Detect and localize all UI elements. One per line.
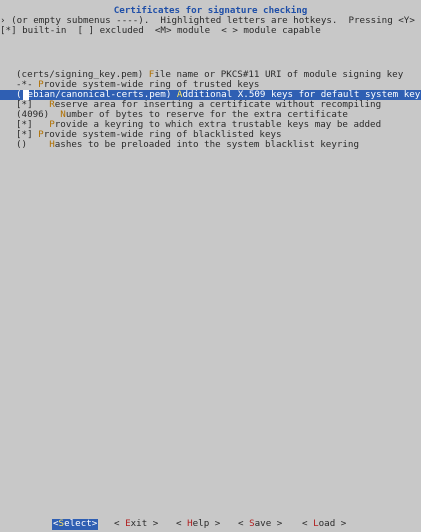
item-value: [*] — [16, 120, 50, 130]
item-label: rovide system-wide ring of blacklisted k… — [43, 130, 282, 140]
save-button-label: ave — [254, 518, 272, 529]
save-button-close: > — [271, 518, 283, 529]
item-label: rovide a keyring to which extra trustabl… — [54, 120, 382, 130]
menuconfig-screen: Certificates for signature checking › (o… — [0, 0, 421, 532]
item-label: ile name or PKCS#11 URI of module signin… — [154, 70, 404, 80]
save-button-open: < — [238, 518, 250, 529]
help-button[interactable]: < Help > — [176, 519, 220, 530]
config-menu-list: (certs/signing_key.pem) File name or PKC… — [0, 70, 421, 150]
select-button-label: elect — [64, 518, 92, 529]
load-button[interactable]: < Load > — [302, 519, 346, 530]
menu-item-signing-key-file[interactable]: (certs/signing_key.pem) File name or PKC… — [0, 70, 421, 80]
menu-item-reserve-bytes[interactable]: (4096) Number of bytes to reserve for th… — [0, 110, 421, 120]
menu-item-trusted-keys-ring[interactable]: -*- Provide system-wide ring of trusted … — [0, 80, 421, 90]
item-value: [*] — [16, 100, 50, 110]
help-button-label: elp — [192, 518, 210, 529]
menu-item-additional-x509-keys[interactable]: (ebian/canonical-certs.pem) Additional X… — [0, 90, 421, 100]
load-button-open: < — [302, 518, 314, 529]
select-button[interactable]: <Select> — [52, 518, 99, 530]
help-button-close: > — [209, 518, 221, 529]
menu-item-blacklist-keyring[interactable]: [*] Provide system-wide ring of blacklis… — [0, 130, 421, 140]
item-label: rovide system-wide ring of trusted keys — [43, 80, 260, 90]
item-label: umber of bytes to reserve for the extra … — [65, 110, 348, 120]
menu-item-blacklist-hashes[interactable]: () Hashes to be preloaded into the syste… — [0, 140, 421, 150]
menu-item-extra-trust-keyring[interactable]: [*] Provide a keyring to which extra tru… — [0, 120, 421, 130]
item-label: ashes to be preloaded into the system bl… — [54, 140, 359, 150]
exit-button[interactable]: < Exit > — [114, 519, 158, 530]
item-value: () — [16, 140, 50, 150]
item-value-head: ( — [16, 90, 22, 100]
help-text-line-1: › (or empty submenus ----). Highlighted … — [0, 16, 421, 26]
button-bar: <Select> < Exit > < Help > < Save > < Lo… — [0, 519, 421, 531]
item-value: -*- — [16, 80, 39, 90]
save-button[interactable]: < Save > — [238, 519, 282, 530]
item-value: (certs/signing_key.pem) — [16, 70, 149, 80]
load-button-close: > — [335, 518, 347, 529]
item-value: (4096) — [16, 110, 61, 120]
help-text-line-2: [*] built-in [ ] excluded <M> module < >… — [0, 26, 321, 36]
item-label: eserve area for inserting a certificate … — [54, 100, 382, 110]
item-value: [*] — [16, 130, 39, 140]
select-button-close: > — [91, 518, 98, 529]
menu-item-reserve-area[interactable]: [*] Reserve area for inserting a certifi… — [0, 100, 421, 110]
exit-button-open: < — [114, 518, 126, 529]
exit-button-close: > — [147, 518, 159, 529]
load-button-label: oad — [318, 518, 336, 529]
item-value-tail: ebian/canonical-certs.pem) — [27, 90, 177, 100]
help-button-open: < — [176, 518, 188, 529]
page-title: Certificates for signature checking — [113, 5, 308, 16]
exit-button-label: xit — [130, 518, 148, 529]
item-label: dditional X.509 keys for default system … — [182, 90, 421, 100]
